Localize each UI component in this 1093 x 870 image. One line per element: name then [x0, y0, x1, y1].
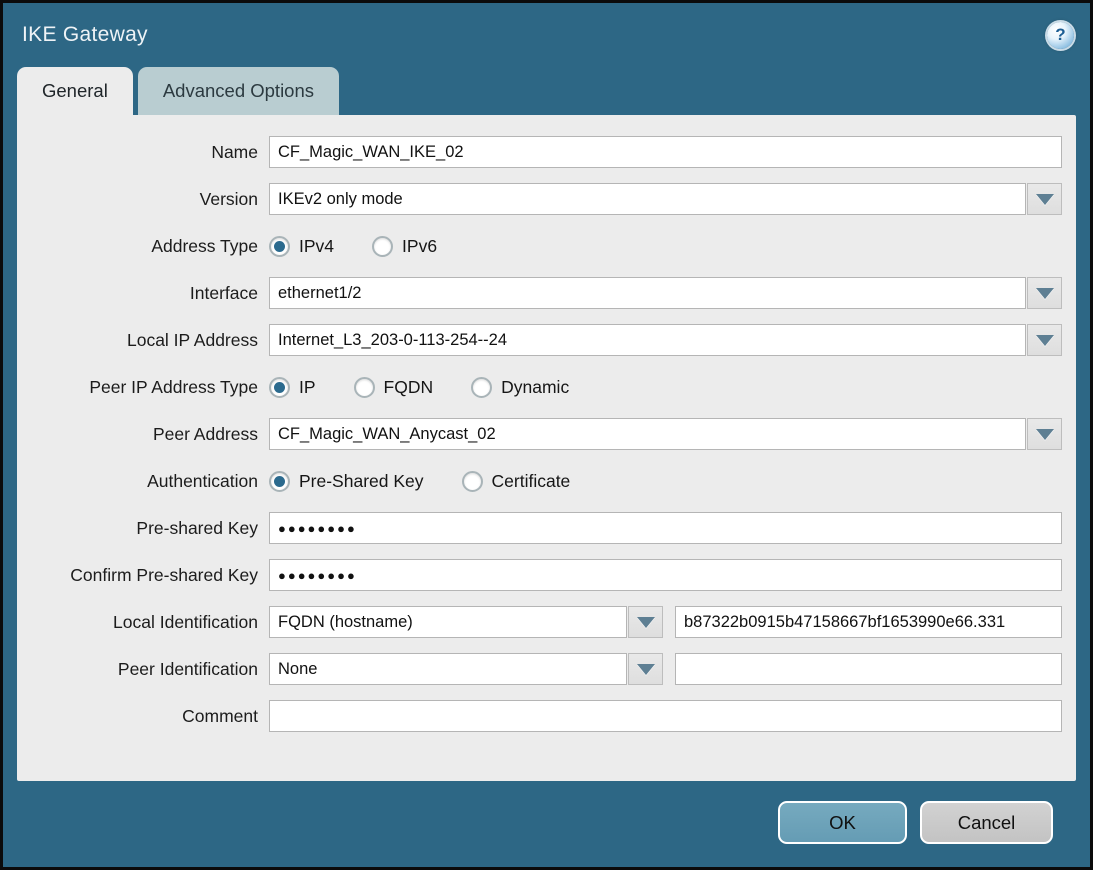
footer-bar: OK Cancel [3, 781, 1090, 844]
confirm-pre-shared-key-label: Confirm Pre-shared Key [20, 565, 269, 586]
version-select[interactable] [269, 183, 1026, 215]
chevron-down-icon [1036, 194, 1054, 205]
local-identification-row: Local Identification [20, 606, 1062, 638]
radio-button-icon [269, 471, 290, 492]
chevron-down-icon [1036, 335, 1054, 346]
peer-address-select[interactable] [269, 418, 1026, 450]
peer-address-label: Peer Address [20, 424, 269, 445]
radio-pre-shared-key[interactable]: Pre-Shared Key [269, 471, 424, 492]
peer-ip-type-label: Peer IP Address Type [20, 377, 269, 398]
pre-shared-key-input[interactable] [269, 512, 1062, 544]
tab-general[interactable]: General [17, 67, 133, 115]
local-identification-dropdown-button[interactable] [628, 606, 663, 638]
ok-button[interactable]: OK [778, 801, 907, 844]
radio-button-icon [269, 236, 290, 257]
peer-identification-dropdown-button[interactable] [628, 653, 663, 685]
radio-certificate[interactable]: Certificate [462, 471, 571, 492]
local-ip-label: Local IP Address [20, 330, 269, 351]
radio-peer-ip[interactable]: IP [269, 377, 316, 398]
radio-peer-fqdn-label: FQDN [384, 377, 434, 398]
tab-bar: General Advanced Options [3, 67, 1090, 115]
radio-peer-dynamic-label: Dynamic [501, 377, 569, 398]
radio-button-icon [354, 377, 375, 398]
address-type-row: Address Type IPv4 IPv6 [20, 230, 1062, 262]
comment-label: Comment [20, 706, 269, 727]
chevron-down-icon [1036, 288, 1054, 299]
confirm-pre-shared-key-input[interactable] [269, 559, 1062, 591]
interface-label: Interface [20, 283, 269, 304]
local-ip-row: Local IP Address [20, 324, 1062, 356]
radio-ipv6[interactable]: IPv6 [372, 236, 437, 257]
address-type-label: Address Type [20, 236, 269, 257]
version-label: Version [20, 189, 269, 210]
pre-shared-key-row: Pre-shared Key [20, 512, 1062, 544]
general-tab-panel: Name Version Address Type IPv4 [17, 115, 1076, 781]
radio-button-icon [372, 236, 393, 257]
chevron-down-icon [637, 617, 655, 628]
interface-row: Interface [20, 277, 1062, 309]
confirm-pre-shared-key-row: Confirm Pre-shared Key [20, 559, 1062, 591]
comment-row: Comment [20, 700, 1062, 732]
authentication-label: Authentication [20, 471, 269, 492]
radio-ipv4[interactable]: IPv4 [269, 236, 334, 257]
ike-gateway-dialog: IKE Gateway ? General Advanced Options N… [0, 0, 1093, 870]
peer-address-dropdown-button[interactable] [1027, 418, 1062, 450]
chevron-down-icon [1036, 429, 1054, 440]
radio-peer-dynamic[interactable]: Dynamic [471, 377, 569, 398]
pre-shared-key-label: Pre-shared Key [20, 518, 269, 539]
local-identification-value-input[interactable] [675, 606, 1062, 638]
peer-identification-label: Peer Identification [20, 659, 269, 680]
dialog-title: IKE Gateway [22, 23, 148, 47]
peer-identification-row: Peer Identification [20, 653, 1062, 685]
local-identification-type-select[interactable] [269, 606, 627, 638]
help-icon[interactable]: ? [1047, 22, 1074, 49]
interface-select[interactable] [269, 277, 1026, 309]
local-ip-select[interactable] [269, 324, 1026, 356]
authentication-row: Authentication Pre-Shared Key Certificat… [20, 465, 1062, 497]
radio-ipv4-label: IPv4 [299, 236, 334, 257]
peer-address-row: Peer Address [20, 418, 1062, 450]
radio-peer-fqdn[interactable]: FQDN [354, 377, 434, 398]
peer-identification-type-select[interactable] [269, 653, 627, 685]
radio-button-icon [269, 377, 290, 398]
radio-button-icon [471, 377, 492, 398]
radio-certificate-label: Certificate [492, 471, 571, 492]
name-input[interactable] [269, 136, 1062, 168]
radio-ipv6-label: IPv6 [402, 236, 437, 257]
local-ip-dropdown-button[interactable] [1027, 324, 1062, 356]
local-identification-label: Local Identification [20, 612, 269, 633]
peer-identification-value-input[interactable] [675, 653, 1062, 685]
radio-peer-ip-label: IP [299, 377, 316, 398]
cancel-button[interactable]: Cancel [920, 801, 1053, 844]
title-bar: IKE Gateway ? [3, 3, 1090, 67]
name-row: Name [20, 136, 1062, 168]
comment-input[interactable] [269, 700, 1062, 732]
version-dropdown-button[interactable] [1027, 183, 1062, 215]
peer-ip-type-row: Peer IP Address Type IP FQDN Dynamic [20, 371, 1062, 403]
interface-dropdown-button[interactable] [1027, 277, 1062, 309]
chevron-down-icon [637, 664, 655, 675]
tab-advanced-options[interactable]: Advanced Options [138, 67, 339, 115]
radio-pre-shared-key-label: Pre-Shared Key [299, 471, 424, 492]
radio-button-icon [462, 471, 483, 492]
version-row: Version [20, 183, 1062, 215]
name-label: Name [20, 142, 269, 163]
